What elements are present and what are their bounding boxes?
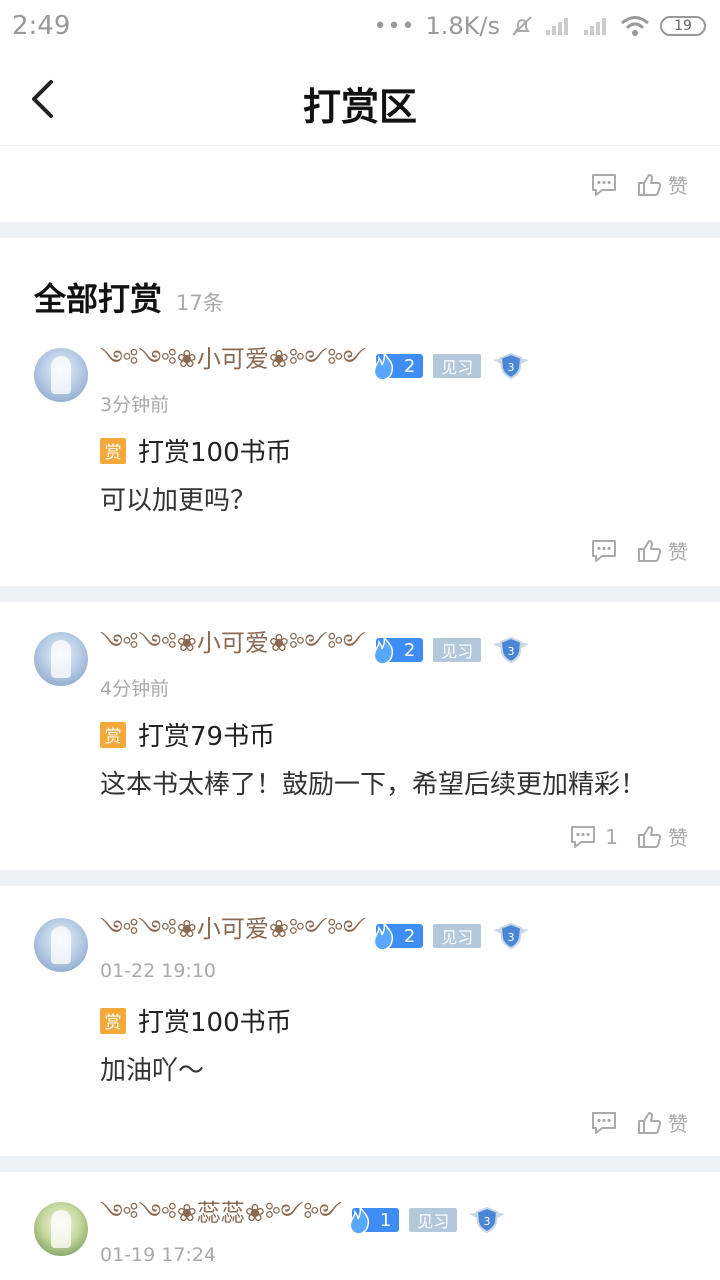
avatar[interactable] — [34, 918, 88, 972]
item-actions: 赞 — [590, 536, 688, 565]
shield-badge-icon: 3 — [493, 922, 530, 950]
thumb-up-icon — [638, 1111, 662, 1134]
thumb-up-icon — [638, 825, 662, 848]
rank-tag: 见习 — [433, 638, 482, 662]
flame-icon — [373, 352, 393, 381]
section-title: 全部打赏 — [34, 280, 163, 318]
item-actions: 赞 — [590, 1108, 688, 1137]
item-actions: 1 赞 — [569, 822, 688, 851]
like-label: 赞 — [668, 1112, 688, 1136]
status-bar: 2:49 ••• 1.8K/s 19 — [0, 0, 720, 52]
item-divider — [0, 870, 720, 886]
comment-text: 这本书太棒了！鼓励一下，希望后续更加精彩！ — [100, 770, 647, 800]
timestamp: 4分钟前 — [100, 678, 170, 700]
battery-icon: 19 — [660, 16, 706, 36]
more-dots-icon: ••• — [373, 13, 416, 39]
comment-text: 加油吖～ — [100, 1056, 205, 1086]
user-line: ༺༺❀小可爱❀༻༻ 2 见习 3 — [100, 345, 531, 382]
section-header: 全部打赏 17条 — [34, 274, 224, 320]
avatar[interactable] — [34, 632, 88, 686]
avatar[interactable] — [34, 348, 88, 402]
like-button[interactable]: 赞 — [636, 170, 688, 199]
signal-icon — [546, 18, 568, 35]
reward-text: 打赏100书币 — [138, 438, 292, 468]
item-divider — [0, 586, 720, 602]
reward-item: ༺༺❀小可爱❀༻༻ 2 见习 3 3分钟前 赏 打赏100书币 可以加更吗？ 赞 — [0, 345, 720, 586]
top-actions-row: 赞 — [0, 146, 720, 222]
reward-badge: 赏 — [100, 1007, 126, 1034]
like-button[interactable]: 赞 — [636, 1108, 688, 1137]
page-title: 打赏区 — [302, 84, 417, 129]
level-number: 1 — [379, 1209, 392, 1231]
net-speed: 1.8K/s — [425, 12, 501, 40]
signal-2-icon — [584, 18, 606, 35]
section-count: 17条 — [176, 291, 224, 315]
like-label: 赞 — [668, 174, 688, 198]
avatar-figure — [51, 1210, 71, 1248]
avatar-figure — [51, 926, 71, 964]
thumb-up-icon — [638, 173, 662, 196]
shield-badge-icon: 3 — [493, 352, 530, 380]
reward-item: ༺༺❀小可爱❀༻༻ 2 见习 3 4分钟前 赏 打赏79书币 这本书太棒了！鼓励… — [0, 629, 720, 870]
thumb-up-icon — [638, 539, 662, 562]
avatar-figure — [51, 640, 71, 678]
comment-count: 1 — [605, 824, 618, 849]
reward-item: ༺༺❀蕊蕊❀༻༻ 1 见习 3 01-19 17:24 — [0, 1199, 720, 1280]
rank-tag: 见习 — [433, 924, 482, 948]
reward-badge: 赏 — [100, 437, 126, 464]
top-actions: 赞 — [590, 170, 688, 199]
like-label: 赞 — [668, 540, 688, 564]
rank-tag: 见习 — [433, 354, 482, 378]
reward-line: 赏 打赏79书币 — [100, 716, 275, 753]
user-line: ༺༺❀小可爱❀༻༻ 2 见习 3 — [100, 915, 531, 952]
nav-bar: 打赏区 — [0, 52, 720, 146]
reward-line: 赏 打赏100书币 — [100, 432, 292, 469]
flame-icon — [373, 922, 393, 951]
flame-icon — [373, 636, 393, 665]
comment-icon[interactable] — [590, 538, 618, 564]
like-label: 赞 — [668, 826, 688, 850]
reward-item: ༺༺❀小可爱❀༻༻ 2 见习 3 01-22 19:10 赏 打赏100书币 加… — [0, 915, 720, 1156]
shield-badge-icon: 3 — [469, 1206, 506, 1234]
comment-icon[interactable] — [590, 1110, 618, 1136]
level-badge: 1 — [349, 1206, 400, 1235]
timestamp: 3分钟前 — [100, 394, 170, 416]
shield-level: 3 — [508, 361, 515, 374]
like-button[interactable]: 赞 — [636, 822, 688, 851]
reward-line: 赏 打赏100书币 — [100, 1002, 292, 1039]
section-divider — [0, 222, 720, 238]
level-number: 2 — [403, 355, 416, 377]
shield-badge-icon: 3 — [493, 636, 530, 664]
reward-text: 打赏79书币 — [138, 722, 276, 752]
level-number: 2 — [403, 639, 416, 661]
like-button[interactable]: 赞 — [636, 536, 688, 565]
status-icons: ••• 1.8K/s 19 — [374, 12, 706, 40]
status-time: 2:49 — [12, 11, 71, 41]
user-line: ༺༺❀蕊蕊❀༻༻ 1 见习 3 — [100, 1199, 507, 1236]
comment-icon[interactable] — [590, 172, 618, 198]
shield-level: 3 — [484, 1215, 491, 1228]
comment-icon[interactable] — [569, 824, 597, 850]
level-badge: 2 — [373, 636, 424, 665]
flame-icon — [349, 1206, 369, 1235]
comment-text: 可以加更吗？ — [100, 486, 257, 516]
timestamp: 01-19 17:24 — [100, 1244, 217, 1266]
level-number: 2 — [403, 925, 416, 947]
level-badge: 2 — [373, 922, 424, 951]
reward-badge: 赏 — [100, 721, 126, 748]
user-line: ༺༺❀小可爱❀༻༻ 2 见习 3 — [100, 629, 531, 666]
wifi-icon — [621, 16, 649, 36]
avatar[interactable] — [34, 1202, 88, 1256]
item-divider — [0, 1156, 720, 1172]
timestamp: 01-22 19:10 — [100, 960, 217, 982]
rank-tag: 见习 — [409, 1208, 458, 1232]
reward-text: 打赏100书币 — [138, 1008, 292, 1038]
level-badge: 2 — [373, 352, 424, 381]
mute-bell-icon — [512, 16, 532, 36]
shield-level: 3 — [508, 645, 515, 658]
avatar-figure — [51, 356, 71, 394]
shield-level: 3 — [508, 931, 515, 944]
